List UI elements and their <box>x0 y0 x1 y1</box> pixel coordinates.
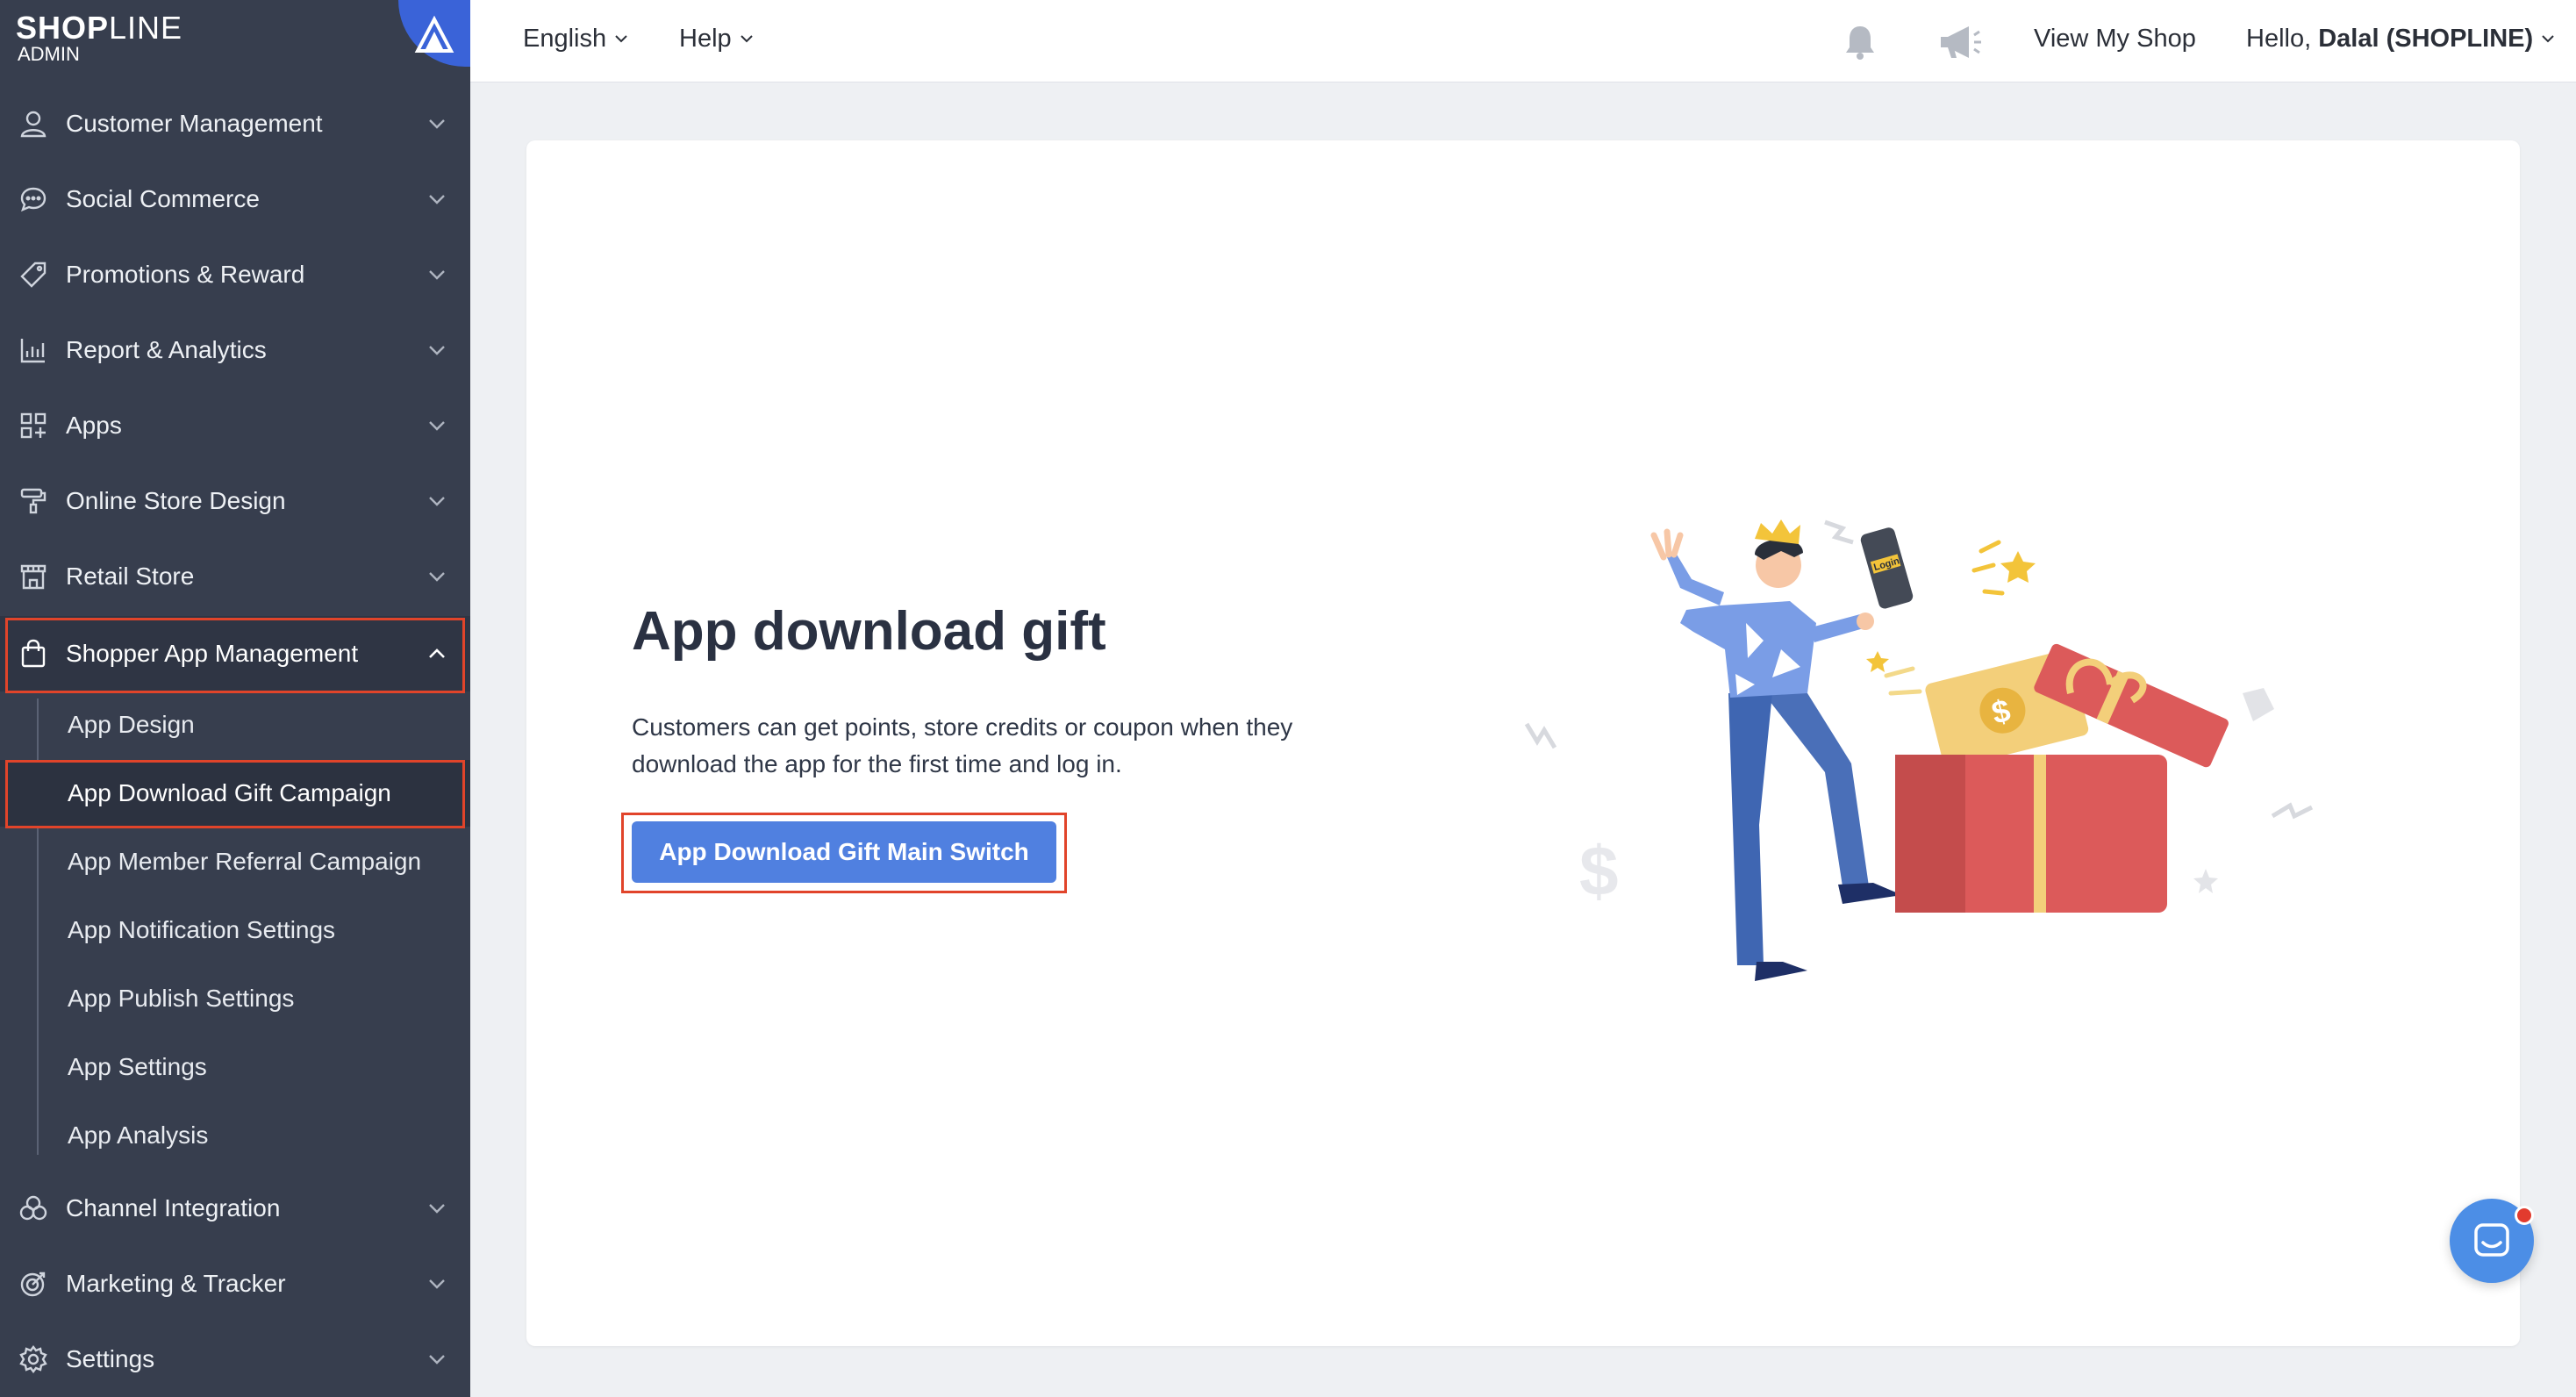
sidebar-item-label: Promotions & Reward <box>66 261 305 288</box>
language-label: English <box>523 25 607 53</box>
greeting-label: Hello, <box>2246 25 2312 53</box>
sidebar-item-label: Customer Management <box>66 110 323 137</box>
sidebar-item-settings[interactable]: Settings <box>0 1322 470 1397</box>
sidebar-item-customer-management[interactable]: Customer Management <box>0 86 470 161</box>
sidebar-item-channel-integration[interactable]: Channel Integration <box>0 1171 470 1246</box>
submenu-item-label: App Notification Settings <box>68 916 336 943</box>
submenu-item-app-settings[interactable]: App Settings <box>0 1034 470 1100</box>
submenu-item-app-notification-settings[interactable]: App Notification Settings <box>0 897 470 964</box>
chevron-down-icon <box>426 189 447 210</box>
language-selector[interactable]: English <box>523 25 629 54</box>
chat-bubble-icon <box>18 183 49 215</box>
person-icon <box>18 108 49 140</box>
logo-text-thin: LINE <box>109 10 183 46</box>
sidebar-item-apps[interactable]: Apps <box>0 388 470 463</box>
gift-illustration: $ Login $ <box>1524 519 2314 981</box>
sidebar-item-label: Online Store Design <box>66 487 286 514</box>
submenu-item-app-analysis[interactable]: App Analysis <box>0 1102 470 1169</box>
sidebar-item-marketing-tracker[interactable]: Marketing & Tracker <box>0 1246 470 1322</box>
submenu-item-label: App Member Referral Campaign <box>68 848 422 875</box>
shopping-bag-icon <box>18 638 49 670</box>
chevron-down-icon <box>426 340 447 361</box>
sidebar: SHOPLINE ADMIN Customer Management Socia… <box>0 0 470 1397</box>
sidebar-item-online-store-design[interactable]: Online Store Design <box>0 463 470 539</box>
logo-text-main: SHOP <box>16 10 110 46</box>
apps-grid-icon <box>18 410 49 441</box>
squiggle-decoration <box>2271 802 2314 820</box>
submenu-item-app-download-gift-campaign[interactable]: App Download Gift Campaign <box>0 760 470 827</box>
chevron-up-icon <box>426 643 447 664</box>
sidebar-item-label: Apps <box>66 412 122 439</box>
collapse-sidebar-icon[interactable] <box>398 0 470 67</box>
page-title: App download gift <box>632 601 1106 662</box>
sidebar-item-social-commerce[interactable]: Social Commerce <box>0 161 470 237</box>
submenu-item-label: App Settings <box>68 1053 207 1080</box>
chevron-down-icon <box>426 264 447 285</box>
view-my-shop-link[interactable]: View My Shop <box>2034 25 2196 54</box>
target-icon <box>18 1268 49 1300</box>
chevron-down-icon <box>426 113 447 134</box>
submenu-item-app-member-referral-campaign[interactable]: App Member Referral Campaign <box>0 828 470 895</box>
sidebar-item-shopper-app-management[interactable]: Shopper App Management <box>0 616 470 691</box>
view-my-shop-label: View My Shop <box>2034 25 2196 53</box>
sidebar-item-label: Retail Store <box>66 562 195 590</box>
chevron-down-icon <box>426 491 447 512</box>
sidebar-item-label: Settings <box>66 1345 155 1372</box>
submenu-item-app-design[interactable]: App Design <box>0 691 470 758</box>
sidebar-item-retail-store[interactable]: Retail Store <box>0 539 470 614</box>
submenu-item-label: App Design <box>68 711 195 738</box>
channels-icon <box>18 1193 49 1224</box>
chevron-down-icon <box>613 25 629 54</box>
sidebar-item-report-analytics[interactable]: Report & Analytics <box>0 312 470 388</box>
squiggle-decoration <box>1824 519 1854 545</box>
chevron-down-icon <box>426 566 447 587</box>
top-bar: English Help View My Shop Hello, Dalal (… <box>470 0 2576 82</box>
chevron-down-icon <box>739 25 755 54</box>
sidebar-item-label: Marketing & Tracker <box>66 1270 286 1297</box>
app-download-gift-main-switch-button[interactable]: App Download Gift Main Switch <box>632 821 1056 883</box>
announcement-megaphone-icon[interactable] <box>1936 21 1981 63</box>
chevron-down-icon <box>2540 25 2556 54</box>
page-description: Customers can get points, store credits … <box>632 713 1293 777</box>
sidebar-item-promotions-reward[interactable]: Promotions & Reward <box>0 237 470 312</box>
logo-subtitle: ADMIN <box>18 43 80 65</box>
paint-roller-icon <box>18 485 49 517</box>
bar-chart-icon <box>18 334 49 366</box>
chevron-down-icon <box>426 1273 447 1294</box>
notification-bell-icon[interactable] <box>1839 21 1881 63</box>
chevron-down-icon <box>426 415 447 436</box>
sidebar-item-label: Report & Analytics <box>66 336 267 363</box>
logo[interactable]: SHOPLINE ADMIN <box>0 0 470 75</box>
submenu-item-label: App Analysis <box>68 1121 209 1149</box>
svg-text:$: $ <box>1579 832 1619 910</box>
sidebar-item-label: Channel Integration <box>66 1194 281 1221</box>
user-menu[interactable]: Hello, Dalal (SHOPLINE) <box>2246 25 2556 54</box>
sidebar-item-label: Shopper App Management <box>66 640 359 667</box>
sidebar-item-label: Social Commerce <box>66 185 260 212</box>
squiggle-decoration <box>1524 722 1557 749</box>
thumbs-up-decoration <box>2243 688 2274 721</box>
submenu-item-label: App Publish Settings <box>68 985 295 1012</box>
chevron-down-icon <box>426 1198 447 1219</box>
user-name: Dalal (SHOPLINE) <box>2318 25 2534 53</box>
submenu-item-app-publish-settings[interactable]: App Publish Settings <box>0 965 470 1032</box>
help-label: Help <box>679 25 732 53</box>
tag-icon <box>18 259 49 290</box>
chevron-down-icon <box>426 1349 447 1370</box>
storefront-icon <box>18 561 49 592</box>
unread-indicator <box>2515 1206 2534 1225</box>
gear-icon <box>18 1343 49 1375</box>
help-menu[interactable]: Help <box>679 25 755 54</box>
submenu-item-label: App Download Gift Campaign <box>68 779 391 806</box>
